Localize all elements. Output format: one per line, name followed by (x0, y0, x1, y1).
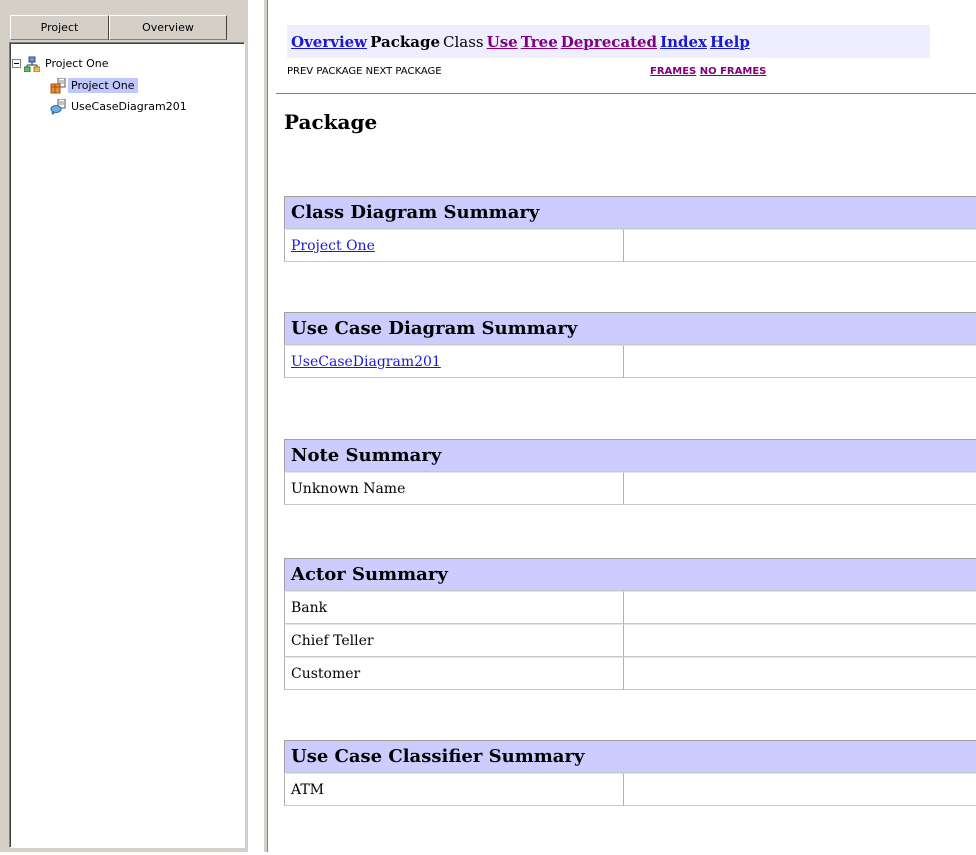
table-cell: Chief Teller (284, 624, 623, 657)
table-row: UseCaseDiagram201 (284, 345, 976, 378)
tree-item-use-case-diagram[interactable]: UseCaseDiagram201 (50, 98, 190, 115)
nav-help-link[interactable]: Help (710, 33, 750, 51)
table-row: Project One (284, 229, 976, 262)
no-frames-link[interactable]: NO FRAMES (700, 66, 767, 77)
tree-item-label: Project One (45, 57, 109, 70)
table-cell: Customer (284, 657, 623, 690)
tree-item-root[interactable]: Project One (12, 55, 112, 72)
class-diagram-icon (50, 77, 66, 93)
project-tree: Project One Project One UseCaseDiagram20… (9, 42, 245, 848)
table-cell: Unknown Name (284, 472, 623, 505)
table-header: Use Case Diagram Summary (284, 312, 976, 345)
table-header: Actor Summary (284, 558, 976, 591)
table-cell-description (623, 345, 976, 378)
table-cell-description (623, 624, 976, 657)
divider (276, 93, 976, 95)
summary-item-link[interactable]: UseCaseDiagram201 (291, 354, 441, 370)
frame-splitter[interactable] (248, 0, 272, 852)
table-header: Use Case Classifier Summary (284, 740, 976, 773)
use-case-classifier-summary-table: Use Case Classifier Summary ATM (284, 740, 976, 806)
table-cell: ATM (284, 773, 623, 806)
prev-next-package: PREV PACKAGE NEXT PACKAGE (287, 66, 442, 77)
tree-item-label: UseCaseDiagram201 (71, 100, 187, 113)
table-cell-description (623, 773, 976, 806)
nav-tree-link[interactable]: Tree (521, 33, 558, 51)
panel-tabbar: Project Overview (9, 15, 245, 40)
table-cell: Project One (284, 229, 623, 262)
summary-item-link[interactable]: Project One (291, 238, 375, 254)
page-title: Package (284, 110, 378, 134)
nav-deprecated-link[interactable]: Deprecated (561, 33, 657, 51)
class-diagram-summary-table: Class Diagram Summary Project One (284, 196, 976, 262)
table-row: Unknown Name (284, 472, 976, 505)
javadoc-content: Overview Package Class Use Tree Deprecated Ind… (272, 0, 976, 852)
table-cell: UseCaseDiagram201 (284, 345, 623, 378)
table-header: Class Diagram Summary (284, 196, 976, 229)
table-row: ATM (284, 773, 976, 806)
table-row: Customer (284, 657, 976, 690)
table-cell: Bank (284, 591, 623, 624)
frames-links: FRAMES NO FRAMES (650, 66, 766, 77)
tab-project[interactable]: Project (10, 15, 109, 40)
use-case-diagram-summary-table: Use Case Diagram Summary UseCaseDiagram2… (284, 312, 976, 378)
nav-overview-link[interactable]: Overview (291, 33, 367, 51)
tab-overview[interactable]: Overview (109, 15, 227, 40)
note-summary-table: Note Summary Unknown Name (284, 439, 976, 505)
use-case-diagram-icon (50, 98, 66, 114)
collapse-toggle-icon[interactable] (12, 59, 21, 68)
table-header: Note Summary (284, 439, 976, 472)
table-row: Bank (284, 591, 976, 624)
nav-class-text: Class (442, 33, 484, 51)
frames-link[interactable]: FRAMES (650, 66, 696, 77)
table-cell-description (623, 472, 976, 505)
tree-item-label: Project One (68, 78, 138, 93)
nav-index-link[interactable]: Index (660, 33, 707, 51)
nav-use-link[interactable]: Use (487, 33, 518, 51)
table-cell-description (623, 229, 976, 262)
tree-item-class-diagram[interactable]: Project One (50, 77, 138, 94)
actor-summary-table: Actor Summary Bank Chief Teller Customer (284, 558, 976, 690)
top-navbar: Overview Package Class Use Tree Deprecated Ind… (287, 25, 930, 58)
nav-package-current: Package (370, 33, 440, 51)
table-row: Chief Teller (284, 624, 976, 657)
table-cell-description (623, 657, 976, 690)
model-icon (24, 56, 40, 72)
table-cell-description (623, 591, 976, 624)
project-browser-panel: Project Overview Project One Project One… (0, 0, 248, 852)
